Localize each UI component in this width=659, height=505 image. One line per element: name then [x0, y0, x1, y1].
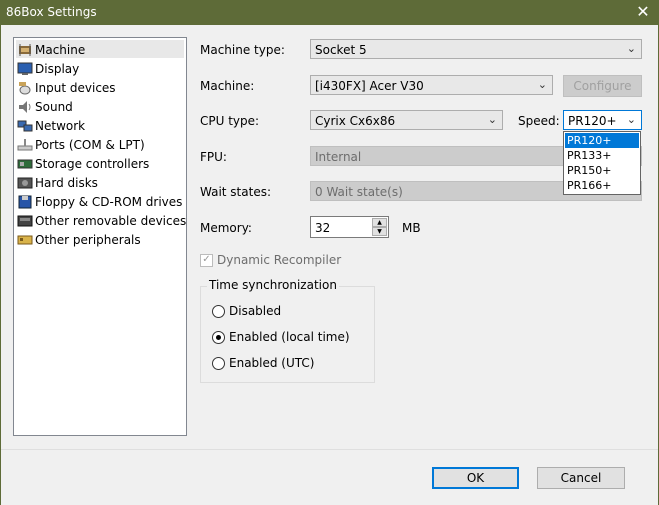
tree-item-storage-controllers[interactable]: Storage controllers [17, 155, 149, 173]
cpu-type-select[interactable]: Cyrix Cx6x86 ⌄ [310, 110, 503, 130]
spin-down-icon[interactable]: ▼ [372, 227, 387, 236]
radio-icon [212, 304, 225, 318]
storage-controllers-icon [17, 157, 33, 171]
dynamic-recompiler-label: Dynamic Recompiler [217, 253, 342, 267]
display-icon [17, 62, 33, 76]
window-border-left [0, 25, 1, 505]
tree-item-label: Floppy & CD-ROM drives [35, 195, 183, 209]
machine-icon [17, 43, 33, 57]
tree-item-label: Sound [35, 100, 73, 114]
wait-states-value: 0 Wait state(s) [315, 185, 403, 199]
tree-item-other-peripherals[interactable]: Other peripherals [17, 231, 141, 249]
speed-option[interactable]: PR133+ [565, 148, 639, 163]
tree-item-label: Network [35, 119, 86, 133]
tree-item-machine[interactable]: Machine [17, 41, 85, 59]
fpu-label: FPU: [200, 150, 227, 164]
radio-time-sync-local[interactable]: Enabled (local time) [212, 330, 350, 344]
chevron-down-icon: ⌄ [487, 113, 497, 126]
cpu-type-value: Cyrix Cx6x86 [315, 114, 396, 128]
speed-label: Speed: [518, 114, 560, 128]
chevron-down-icon: ⌄ [537, 78, 547, 91]
machine-type-label: Machine type: [200, 43, 285, 57]
memory-label: Memory: [200, 221, 252, 235]
tree-item-label: Hard disks [35, 176, 98, 190]
speed-option[interactable]: PR120+ [565, 133, 639, 148]
radio-time-sync-utc[interactable]: Enabled (UTC) [212, 356, 314, 370]
speed-option[interactable]: PR166+ [565, 178, 639, 193]
machine-type-select[interactable]: Socket 5 ⌄ [310, 39, 642, 59]
tree-item-label: Input devices [35, 81, 116, 95]
sound-icon [17, 100, 33, 114]
title-bar: 86Box Settings ✕ [0, 0, 659, 25]
speed-value: PR120+ [568, 114, 617, 128]
memory-spinbox[interactable]: 32 ▲ ▼ [310, 216, 389, 238]
fpu-value: Internal [315, 150, 362, 164]
machine-value: [i430FX] Acer V30 [315, 79, 424, 93]
close-icon[interactable]: ✕ [627, 0, 659, 25]
tree-item-floppy-cdrom[interactable]: Floppy & CD-ROM drives [17, 193, 182, 211]
tree-item-hard-disks[interactable]: Hard disks [17, 174, 98, 192]
floppy-icon [17, 195, 33, 209]
window-title: 86Box Settings [6, 5, 97, 19]
radio-label: Enabled (UTC) [229, 356, 315, 370]
radio-time-sync-disabled[interactable]: Disabled [212, 304, 281, 318]
tree-item-ports[interactable]: Ports (COM & LPT) [17, 136, 145, 154]
chevron-down-icon: ⌄ [626, 42, 636, 55]
tree-item-other-removable[interactable]: Other removable devices [17, 212, 186, 230]
machine-select[interactable]: [i430FX] Acer V30 ⌄ [310, 75, 553, 95]
tree-item-label: Display [35, 62, 80, 76]
radio-icon [212, 356, 225, 370]
tree-item-input-devices[interactable]: Input devices [17, 79, 116, 97]
peripherals-icon [17, 233, 33, 247]
tree-item-label: Other removable devices [35, 214, 187, 228]
memory-unit: MB [402, 221, 421, 235]
ports-icon [17, 138, 33, 152]
tree-item-label: Ports (COM & LPT) [35, 138, 145, 152]
configure-button[interactable]: Configure [563, 75, 642, 97]
dynamic-recompiler-checkbox[interactable]: ✓ Dynamic Recompiler [200, 253, 341, 267]
tree-item-label: Machine [35, 43, 86, 57]
input-devices-icon [17, 81, 33, 95]
checkmark-icon: ✓ [200, 253, 213, 267]
spin-up-icon[interactable]: ▲ [372, 218, 387, 227]
machine-type-value: Socket 5 [315, 43, 367, 57]
wait-states-label: Wait states: [200, 185, 271, 199]
memory-value: 32 [315, 221, 331, 235]
tree-item-network[interactable]: Network [17, 117, 85, 135]
removable-devices-icon [17, 214, 33, 228]
tree-item-label: Other peripherals [35, 233, 141, 247]
ok-button[interactable]: OK [432, 467, 519, 489]
hard-disk-icon [17, 176, 33, 190]
tree-item-label: Storage controllers [35, 157, 150, 171]
cpu-type-label: CPU type: [200, 114, 260, 128]
speed-select[interactable]: PR120+ ⌄ [563, 110, 642, 130]
speed-dropdown-list[interactable]: PR120+ PR133+ PR150+ PR166+ [563, 131, 641, 195]
machine-label: Machine: [200, 79, 255, 93]
footer-separator [1, 449, 658, 450]
tree-item-sound[interactable]: Sound [17, 98, 73, 116]
radio-selected-icon [212, 330, 225, 344]
time-sync-title: Time synchronization [207, 278, 339, 292]
settings-category-tree[interactable]: Machine Display Input devices Sound Netw… [13, 37, 187, 436]
radio-label: Disabled [229, 304, 282, 318]
speed-option[interactable]: PR150+ [565, 163, 639, 178]
chevron-down-icon: ⌄ [626, 113, 636, 126]
cancel-button[interactable]: Cancel [537, 467, 625, 489]
radio-label: Enabled (local time) [229, 330, 350, 344]
network-icon [17, 119, 33, 133]
tree-item-display[interactable]: Display [17, 60, 79, 78]
